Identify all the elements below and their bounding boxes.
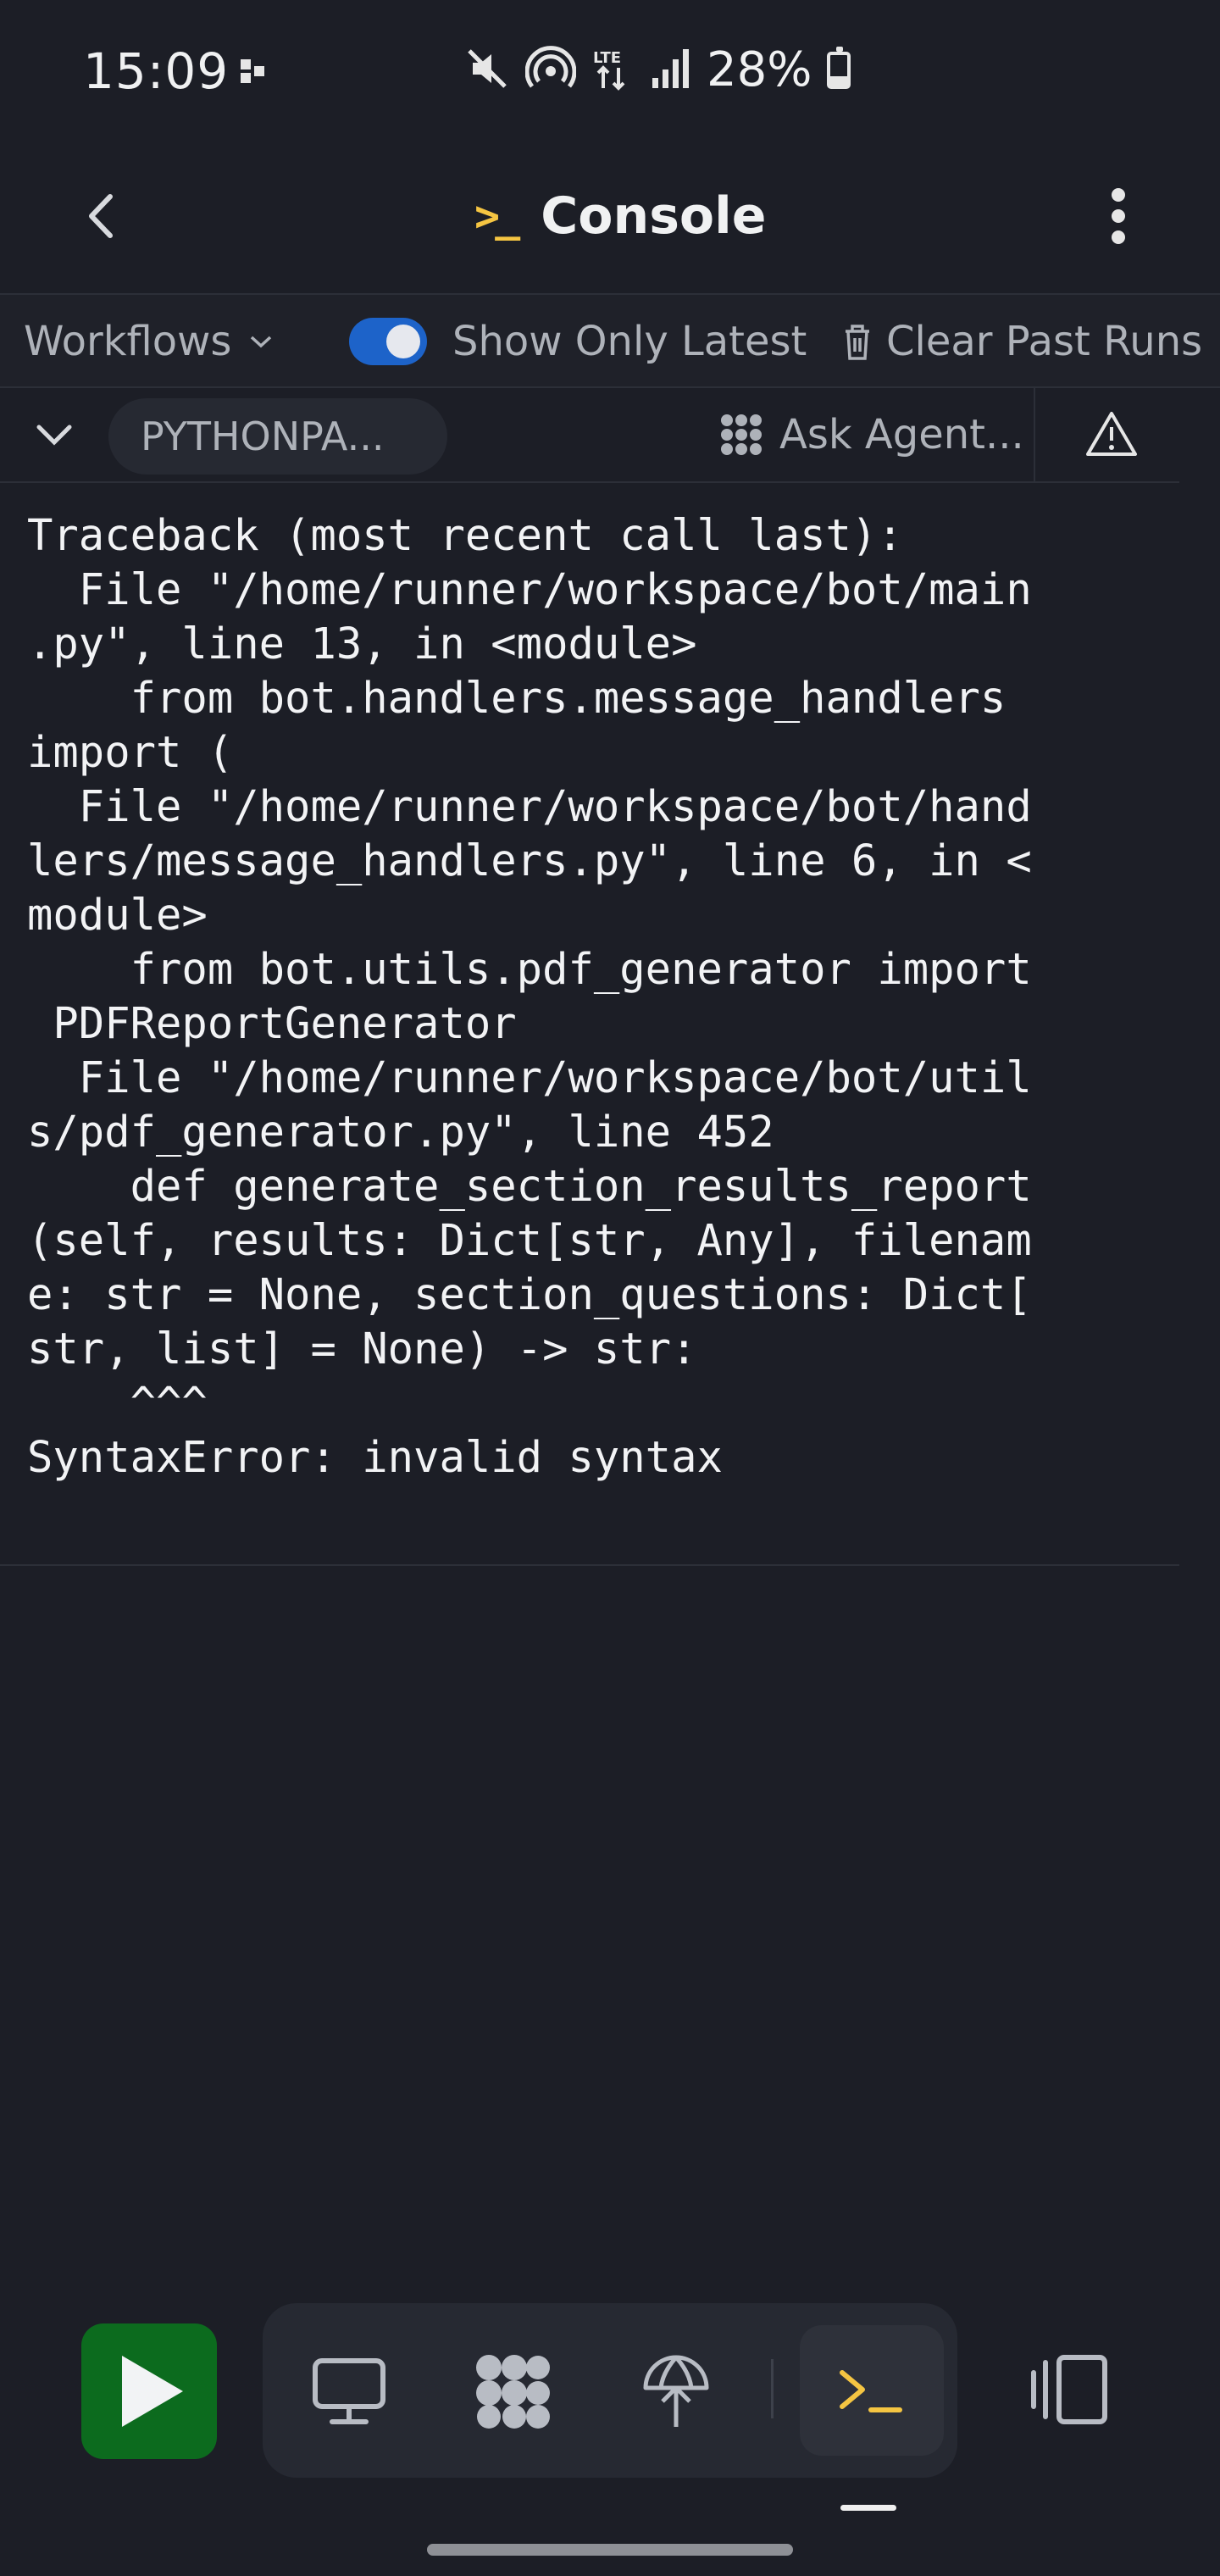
app-header: >_ Console bbox=[0, 144, 1220, 293]
terminal-icon: >_ bbox=[474, 192, 520, 241]
console-output: Traceback (most recent call last): File … bbox=[27, 510, 1032, 1482]
agent-icon bbox=[721, 414, 762, 455]
signal-icon bbox=[649, 46, 691, 95]
page-title: Console bbox=[541, 186, 767, 246]
console-toolbar: Workflows Show Only Latest Clear Past Ru… bbox=[0, 293, 1220, 388]
console-tab-button[interactable] bbox=[800, 2325, 944, 2456]
bottom-dock bbox=[263, 2303, 957, 2478]
collapse-button[interactable] bbox=[27, 405, 81, 464]
run-button[interactable] bbox=[81, 2323, 217, 2459]
divider bbox=[0, 1564, 1179, 1566]
play-icon bbox=[122, 2356, 183, 2427]
terminal-icon bbox=[840, 2370, 902, 2412]
trash-icon bbox=[846, 325, 869, 360]
webview-button[interactable] bbox=[307, 2349, 391, 2434]
active-tab-indicator bbox=[840, 2505, 896, 2511]
page-title-group: >_ Console bbox=[474, 178, 766, 254]
panels-icon bbox=[1031, 2355, 1107, 2424]
back-button[interactable] bbox=[68, 178, 136, 254]
notification-icon bbox=[239, 58, 266, 88]
dock-divider bbox=[771, 2359, 774, 2418]
hotspot-icon bbox=[524, 45, 577, 95]
deploy-icon bbox=[643, 2355, 709, 2427]
deploy-button[interactable] bbox=[634, 2349, 718, 2434]
run-tab-pill[interactable]: PYTHONPA... bbox=[108, 398, 447, 475]
chevron-down-icon bbox=[36, 425, 72, 446]
ask-agent-label: Ask Agent... bbox=[779, 411, 1024, 458]
workflows-label: Workflows bbox=[24, 318, 232, 365]
battery-icon bbox=[827, 46, 851, 89]
warning-button[interactable] bbox=[1084, 408, 1139, 463]
warning-icon bbox=[1086, 412, 1137, 456]
agent-icon bbox=[476, 2355, 550, 2429]
show-latest-label: Show Only Latest bbox=[452, 318, 807, 365]
run-tab-row: PYTHONPA... Ask Agent... bbox=[0, 388, 1179, 483]
clear-past-runs-label: Clear Past Runs bbox=[886, 318, 1203, 365]
agent-button[interactable] bbox=[470, 2349, 555, 2434]
run-tab-label: PYTHONPA... bbox=[141, 414, 385, 459]
status-time: 15:09 bbox=[83, 42, 230, 100]
lte-icon: LTE bbox=[591, 46, 634, 95]
chevron-left-icon bbox=[89, 194, 113, 238]
more-options-button[interactable] bbox=[1098, 169, 1139, 263]
monitor-icon bbox=[313, 2358, 385, 2424]
panels-button[interactable] bbox=[1027, 2347, 1112, 2432]
show-latest-toggle-group[interactable]: Show Only Latest bbox=[349, 295, 807, 388]
svg-text:LTE: LTE bbox=[593, 49, 621, 67]
clear-past-runs-button[interactable]: Clear Past Runs bbox=[840, 295, 1202, 388]
workflows-dropdown[interactable]: Workflows bbox=[24, 295, 274, 388]
home-indicator[interactable] bbox=[427, 2544, 793, 2556]
chevron-down-icon bbox=[251, 336, 272, 348]
divider bbox=[1034, 388, 1035, 481]
ask-agent-button[interactable]: Ask Agent... bbox=[718, 388, 1024, 481]
show-latest-toggle[interactable] bbox=[349, 318, 427, 365]
status-bar: 15:09 LTE 28% bbox=[0, 0, 1220, 144]
mute-icon bbox=[464, 46, 510, 95]
more-vertical-icon bbox=[1112, 188, 1125, 244]
battery-percent: 28% bbox=[707, 42, 812, 97]
